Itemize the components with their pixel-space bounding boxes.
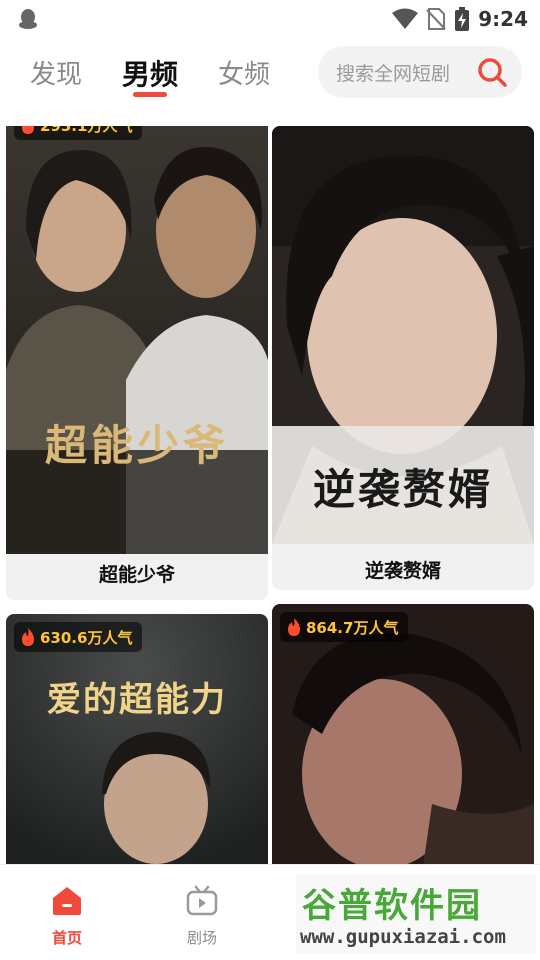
poster-title: 逆袭赘婿 bbox=[312, 465, 493, 514]
popularity-count: 864.7万人气 bbox=[306, 618, 399, 637]
tab-male-channel[interactable]: 男频 bbox=[122, 53, 178, 93]
fire-icon bbox=[22, 628, 34, 646]
home-icon[interactable] bbox=[51, 885, 83, 917]
drama-card[interactable]: 864.7万人气 bbox=[272, 604, 534, 864]
nav-home[interactable]: 首页 bbox=[27, 885, 107, 948]
drama-title[interactable]: 逆袭赘婿 bbox=[272, 556, 534, 583]
tab-discover[interactable]: 发现 bbox=[30, 54, 82, 91]
watermark-url: www.gupuxiazai.com bbox=[300, 926, 506, 948]
nav-theater[interactable]: 剧场 bbox=[162, 885, 242, 948]
drama-grid: 超能少爷 293.1万人气 超能少爷 逆袭赘婿 逆袭赘婿 bbox=[0, 126, 540, 864]
popularity-count: 293.1万人气 bbox=[40, 126, 132, 136]
nav-home-label: 首页 bbox=[51, 929, 82, 947]
watermark-logo-text: 谷普软件园 bbox=[302, 886, 482, 926]
watermark: 谷普软件园 www.gupuxiazai.com bbox=[296, 874, 536, 954]
search-icon[interactable] bbox=[476, 56, 508, 88]
popularity-badge: 630.6万人气 bbox=[14, 622, 143, 652]
drama-card[interactable]: 逆袭赘婿 逆袭赘婿 bbox=[272, 126, 534, 590]
search-input[interactable]: 搜索全网短剧 bbox=[336, 59, 450, 86]
fire-icon bbox=[288, 618, 300, 636]
popularity-badge: 293.1万人气 bbox=[14, 126, 143, 140]
search-bar[interactable]: 搜索全网短剧 bbox=[318, 46, 522, 98]
no-sim-icon bbox=[426, 8, 446, 30]
drama-poster[interactable]: 逆袭赘婿 bbox=[272, 126, 534, 544]
popularity-count: 630.6万人气 bbox=[40, 628, 133, 647]
poster-title: 爱的超能力 bbox=[47, 680, 227, 720]
fire-icon bbox=[22, 126, 34, 134]
qq-penguin-icon bbox=[19, 9, 37, 29]
wifi-icon bbox=[392, 8, 419, 29]
tv-icon[interactable] bbox=[186, 885, 218, 917]
status-bar: 9:24 bbox=[0, 0, 540, 38]
popularity-badge: 864.7万人气 bbox=[280, 612, 409, 642]
status-time: 9:24 bbox=[478, 7, 528, 31]
nav-theater-label: 剧场 bbox=[186, 929, 217, 947]
drama-card[interactable]: 爱的超能力 630.6万人气 bbox=[6, 614, 268, 864]
active-tab-indicator bbox=[133, 92, 167, 97]
drama-title[interactable]: 超能少爷 bbox=[6, 560, 268, 587]
drama-card[interactable]: 超能少爷 293.1万人气 超能少爷 bbox=[6, 126, 268, 600]
drama-poster[interactable]: 864.7万人气 bbox=[272, 604, 534, 864]
battery-charging-icon bbox=[455, 7, 470, 31]
poster-title: 超能少爷 bbox=[44, 421, 229, 470]
drama-poster[interactable]: 超能少爷 293.1万人气 bbox=[6, 126, 268, 554]
tab-female-channel[interactable]: 女频 bbox=[218, 54, 270, 91]
drama-poster[interactable]: 爱的超能力 630.6万人气 bbox=[6, 614, 268, 864]
